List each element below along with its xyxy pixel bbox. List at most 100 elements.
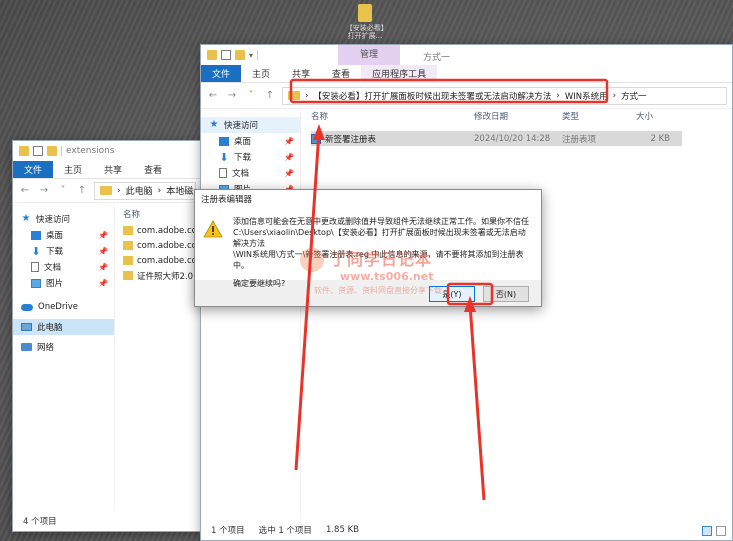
- forward-arrow-icon[interactable]: →: [37, 185, 51, 196]
- nav-label: OneDrive: [38, 302, 78, 312]
- registry-editor-dialog: 注册表编辑器 添加信息可能会在无意中更改或删除值并导致组件无法继续正常工作。如果…: [194, 189, 542, 307]
- desktop-folder-label: 【安装必看】打开扩展...: [345, 24, 385, 40]
- nav-desktop[interactable]: 桌面 📌: [201, 133, 300, 149]
- nav-network[interactable]: 网络: [13, 339, 114, 355]
- folder-icon: [207, 50, 217, 60]
- tab-application-tools[interactable]: 应用程序工具: [361, 65, 438, 82]
- file-size: 2 KB: [650, 133, 670, 144]
- chevron-down-icon[interactable]: ˅: [244, 90, 258, 101]
- desktop-folder-shortcut[interactable]: 【安装必看】打开扩展...: [345, 4, 385, 40]
- tab-home[interactable]: 主页: [241, 65, 281, 82]
- network-icon: [21, 343, 32, 351]
- list-item[interactable]: com.adobe.ccx.: [123, 253, 201, 268]
- navigation-pane: ★ 快速访问 桌面 📌 ⬇ 下载 📌 文档 📌 图片 📌 OneDrive 此电脑 网络: [13, 205, 115, 509]
- column-header-name[interactable]: 名称: [311, 110, 474, 122]
- back-arrow-icon[interactable]: ←: [18, 185, 32, 196]
- file-modified: 2024/10/20 14:28: [474, 133, 551, 144]
- navigation-pane: ★快速访问 桌面📌 ⬇下载📌 文档📌 图片📌: [201, 111, 301, 518]
- quick-access-dropdown-icon[interactable]: ▾: [249, 51, 253, 60]
- address-bar[interactable]: › 此电脑 › 本地磁盘 (C:): [94, 181, 196, 200]
- nav-quick-access[interactable]: ★ 快速访问: [13, 211, 114, 227]
- nav-documents[interactable]: 文档 📌: [201, 165, 300, 181]
- properties-icon[interactable]: [221, 50, 231, 60]
- tab-share[interactable]: 共享: [93, 161, 133, 178]
- large-icons-view-icon[interactable]: [716, 526, 726, 536]
- tab-view[interactable]: 查看: [133, 161, 173, 178]
- pictures-icon: [31, 278, 41, 288]
- file-name: com.adobe.ccx.: [137, 225, 201, 236]
- nav-downloads[interactable]: ⬇ 下载 📌: [13, 243, 114, 259]
- status-bar: 4 个项目: [13, 511, 201, 531]
- nav-documents[interactable]: 文档 📌: [13, 259, 114, 275]
- tab-home[interactable]: 主页: [53, 161, 93, 178]
- list-item[interactable]: com.adobe.ccx.: [123, 223, 201, 238]
- breadcrumb-this-pc[interactable]: 此电脑: [126, 184, 153, 197]
- up-arrow-icon[interactable]: ↑: [263, 90, 277, 101]
- nav-onedrive[interactable]: OneDrive: [13, 299, 114, 315]
- nav-label: 文档: [232, 169, 250, 179]
- nav-pictures[interactable]: 图片 📌: [13, 275, 114, 291]
- star-icon: ★: [21, 213, 31, 224]
- tab-view[interactable]: 查看: [321, 65, 361, 82]
- folder-icon: [288, 91, 300, 100]
- list-item[interactable]: com.adobe.ccx.: [123, 238, 201, 253]
- desktop-icon: [219, 136, 229, 146]
- nav-this-pc[interactable]: 此电脑: [13, 319, 114, 335]
- table-row[interactable]: 新签署注册表 2024/10/20 14:28 注册表项 2 KB: [311, 131, 682, 146]
- yes-button[interactable]: 是(Y): [429, 286, 475, 302]
- nav-label: 图片: [46, 279, 64, 289]
- nav-desktop[interactable]: 桌面 📌: [13, 227, 114, 243]
- pin-icon: 📌: [98, 246, 108, 256]
- breadcrumb-c-drive[interactable]: 本地磁盘 (C:): [166, 184, 195, 197]
- folder-icon: [19, 146, 29, 156]
- forward-arrow-icon[interactable]: →: [225, 90, 239, 101]
- nav-label: 下载: [46, 247, 64, 257]
- divider: [257, 50, 259, 60]
- back-arrow-icon[interactable]: ←: [206, 90, 220, 101]
- folder-icon: [123, 256, 133, 265]
- tab-file[interactable]: 文件: [13, 161, 54, 178]
- breadcrumb-separator: ›: [556, 90, 560, 101]
- column-header-size[interactable]: 大小: [636, 110, 676, 122]
- pin-icon: 📌: [98, 278, 108, 288]
- no-button[interactable]: 否(N): [483, 286, 529, 302]
- file-list: 名称 修改日期 类型 大小 新签署注册表 2024/10/20 14:28 注册…: [301, 111, 732, 518]
- pin-icon: 📌: [284, 152, 294, 162]
- details-view-icon[interactable]: [702, 526, 712, 536]
- nav-downloads[interactable]: ⬇ 下载 📌: [201, 149, 300, 165]
- dialog-title: 注册表编辑器: [195, 190, 541, 208]
- pin-icon: 📌: [98, 262, 108, 272]
- title-bar: extensions: [13, 141, 201, 161]
- nav-quick-access[interactable]: ★ 快速访问: [201, 117, 300, 133]
- dialog-body: 添加信息可能会在无意中更改或删除值并导致组件无法继续正常工作。如果你不信任 C:…: [195, 208, 541, 288]
- list-item[interactable]: 证件照大师2.0: [123, 268, 201, 283]
- selected-size: 1.85 KB: [325, 525, 359, 535]
- warning-icon: [203, 220, 223, 238]
- window-title: 方式一: [423, 53, 451, 63]
- new-folder-icon[interactable]: [235, 50, 245, 60]
- breadcrumb-separator: ›: [117, 185, 121, 196]
- tab-file[interactable]: 文件: [201, 65, 242, 82]
- column-header-modified[interactable]: 修改日期: [474, 110, 562, 122]
- ribbon-tabs: 文件 主页 共享 查看 应用程序工具: [201, 65, 732, 83]
- navigation-bar: ← → ˅ ↑ › 此电脑 › 本地磁盘 (C:): [13, 179, 201, 203]
- column-header-type[interactable]: 类型: [562, 110, 636, 122]
- download-icon: ⬇: [31, 244, 41, 258]
- window-title: extensions: [66, 146, 115, 156]
- nav-label: 文档: [44, 263, 62, 273]
- address-bar[interactable]: › 【安装必看】打开扩展面板时候出现未签署或无法启动解决方法 › WIN系统用 …: [282, 86, 727, 105]
- this-pc-icon: [21, 323, 32, 331]
- up-arrow-icon[interactable]: ↑: [75, 185, 89, 196]
- breadcrumb-method-one[interactable]: 方式一: [621, 90, 647, 102]
- content-pane: ★ 快速访问 桌面 📌 ⬇ 下载 📌 文档 📌 图片 📌 OneDrive 此电脑 网络 名…: [13, 205, 201, 509]
- properties-icon[interactable]: [33, 146, 43, 156]
- star-icon: ★: [209, 119, 219, 130]
- chevron-down-icon[interactable]: ˅: [56, 185, 70, 196]
- new-folder-icon[interactable]: [47, 146, 57, 156]
- breadcrumb-install-guide[interactable]: 【安装必看】打开扩展面板时候出现未签署或无法启动解决方法: [313, 90, 551, 102]
- file-list: 名称 com.adobe.ccx. com.adobe.ccx. com.ado…: [115, 205, 201, 509]
- tab-share[interactable]: 共享: [281, 65, 321, 82]
- column-header-name[interactable]: 名称: [123, 205, 201, 223]
- breadcrumb-win-system[interactable]: WIN系统用: [565, 90, 608, 102]
- divider: [61, 146, 62, 156]
